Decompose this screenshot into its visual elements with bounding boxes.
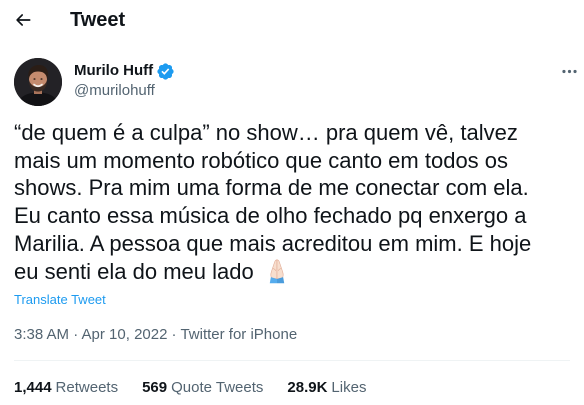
stat-label: Retweets [55,379,119,396]
tweet-text-line: eu senti ela do meu lado [14,258,254,284]
verified-badge-icon [157,62,174,80]
stat-label: Likes [331,379,367,396]
page-title: Tweet [70,9,126,31]
stat-count: 1,444 [14,379,52,396]
retweets-stat-link[interactable]: 1,444 Retweets [14,378,118,398]
folded-hands-emoji [269,259,284,283]
tweet-text: “de quem é a culpa” no show… pra quem vê… [14,119,574,285]
tweet-detail-page: Tweet Murilo Huff @murilohuff “de quem é… [0,0,584,405]
more-options-button[interactable] [552,54,584,88]
tweet-text-line-last: eu senti ela do meu lado [14,258,574,286]
back-button[interactable] [6,3,40,37]
back-arrow-icon [16,14,31,26]
tweet-timestamp-link[interactable]: 3:38 AM · Apr 10, 2022 [14,325,167,345]
quote-tweets-stat-link[interactable]: 569 Quote Tweets [142,378,263,398]
stat-count: 28.9K [287,379,328,396]
translate-tweet-link[interactable]: Translate Tweet [14,292,106,308]
tweet-meta: 3:38 AM · Apr 10, 2022 · Twitter for iPh… [14,325,297,345]
tweet-text-line: Marilia. A pessoa que mais acreditou em … [14,230,532,256]
author-name[interactable]: Murilo Huff [74,61,153,81]
author-name-row: Murilo Huff [74,61,175,81]
meta-separator: · [171,326,177,343]
avatar-photo [14,58,62,106]
stat-count: 569 [142,379,168,396]
divider [14,360,570,361]
author-handle[interactable]: @murilohuff [74,81,155,101]
avatar[interactable] [14,58,62,106]
tweet-text-line: shows. Pra mim uma forma de me conectar … [14,175,529,201]
likes-stat-link[interactable]: 28.9K Likes [287,378,366,398]
tweet-stats: 1,444 Retweets 569 Quote Tweets 28.9K Likes [14,378,390,398]
tweet-text-line: “de quem é a culpa” no show… pra quem vê… [14,120,518,145]
tweet-text-line: Eu canto essa música de olho fechado pq … [14,203,527,229]
stat-label: Quote Tweets [171,379,264,396]
header: Tweet [0,0,584,41]
tweet-source-link[interactable]: Twitter for iPhone [180,325,297,345]
tweet-text-line: mais um momento robótico que canto em to… [14,147,509,173]
more-dots-icon [561,69,577,73]
